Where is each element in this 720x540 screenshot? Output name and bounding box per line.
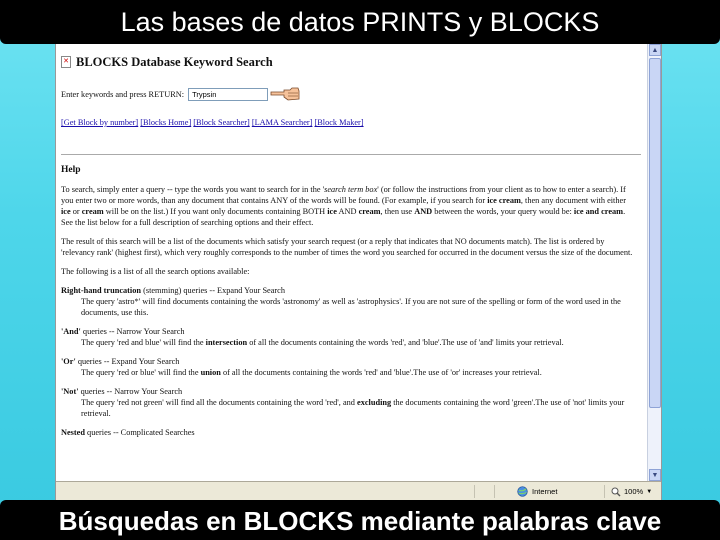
search-input[interactable] [188,87,269,101]
page-heading: ✕ BLOCKS Database Keyword Search [61,52,649,72]
option-or: 'Or' queries -- Expand Your Search The q… [61,357,542,377]
option-and: 'And' queries -- Narrow Your Search The … [61,327,564,347]
pointing-hand-icon [270,87,300,101]
broken-image-icon: ✕ [61,56,71,68]
nav-links: [Get Block by number] [Blocks Home] [Blo… [61,117,649,128]
chevron-down-icon[interactable]: ▼ [646,489,652,495]
help-paragraph-1: To search, simply enter a query -- type … [61,185,626,227]
option-nested: Nested queries -- Complicated Searches [61,428,195,437]
option-not: 'Not' queries -- Narrow Your Search The … [61,387,625,418]
link-lama-searcher[interactable]: [LAMA Searcher] [252,118,313,127]
zone-label: Internet [532,487,558,496]
browser-window: ✕ BLOCKS Database Keyword Search Enter k… [55,44,662,500]
vertical-scrollbar[interactable]: ▲ ▼ [647,44,661,481]
scroll-thumb[interactable] [649,58,661,408]
search-label: Enter keywords and press RETURN: [61,89,185,99]
scroll-down-icon[interactable]: ▼ [649,469,661,481]
divider [61,154,641,155]
globe-icon [517,486,528,497]
help-heading: Help [61,165,81,175]
status-bar: Internet 100% ▼ [56,481,661,500]
link-blocks-home[interactable]: [Blocks Home] [140,118,191,127]
page-content: ✕ BLOCKS Database Keyword Search Enter k… [56,44,649,481]
zone-indicator: Internet [494,485,604,498]
help-paragraph-2: The result of this search will be a list… [61,237,633,257]
slide-title: Las bases de datos PRINTS y BLOCKS [0,0,720,44]
scroll-up-icon[interactable]: ▲ [649,44,661,56]
link-get-block[interactable]: [Get Block by number] [61,118,138,127]
help-paragraph-3: The following is a list of all the searc… [61,267,250,276]
search-row: Enter keywords and press RETURN: [61,86,649,102]
magnifier-icon [611,487,621,496]
page-title: BLOCKS Database Keyword Search [76,54,273,69]
link-block-searcher[interactable]: [Block Searcher] [193,118,249,127]
zoom-control[interactable]: 100% ▼ [604,485,661,498]
slide-caption: Búsquedas en BLOCKS mediante palabras cl… [0,500,720,540]
option-truncation: Right-hand truncation (stemming) queries… [61,286,621,317]
zoom-level: 100% [624,487,644,496]
link-block-maker[interactable]: [Block Maker] [314,118,363,127]
